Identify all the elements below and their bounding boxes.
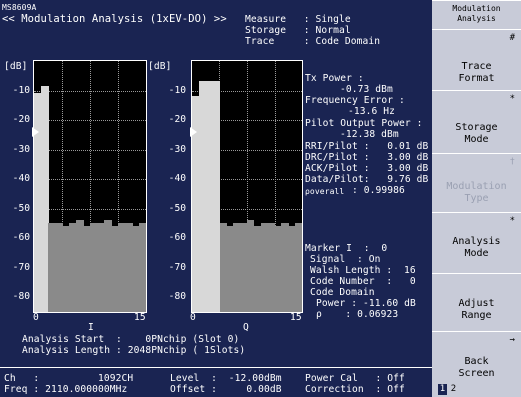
graph2-frame <box>191 60 303 313</box>
channel-status: Ch : 1092CH <box>4 373 134 384</box>
graph1-grid-line <box>34 208 146 210</box>
storage-mode-button[interactable]: * Storage Mode <box>432 90 521 154</box>
freq-error-value: -13.6 Hz <box>348 106 396 117</box>
storage-mode: Storage : Normal <box>245 25 351 36</box>
submenu-indicator-icon: † <box>509 157 515 167</box>
graph2-bar-code-15 <box>295 223 302 312</box>
graph1-y-tick-label: -60 <box>12 232 30 244</box>
graph1-y-tick-label: -40 <box>12 173 30 185</box>
marker-code-number: Code Number : 0 <box>310 276 416 287</box>
power-cal-status: Power Cal : Off <box>305 373 405 384</box>
graph1-y-tick-label: -80 <box>12 291 30 303</box>
graph2-x-end: 15 <box>290 312 302 323</box>
softkey-menu-title: Modulation Analysis <box>432 0 521 30</box>
graph1-y-tick-label: -70 <box>12 261 30 273</box>
analysis-length: Analysis Length : 2048PNchip ( 1Slots) <box>22 345 246 356</box>
submenu-indicator-icon: # <box>509 33 515 43</box>
modulation-type-line2: Type <box>464 193 489 204</box>
marker-walsh-length: Walsh Length : 16 <box>310 265 416 276</box>
graph2-y-tick-label: -20 <box>168 114 186 126</box>
graph1-y-tick-label: -50 <box>12 202 30 214</box>
submenu-indicator-icon: * <box>509 216 515 226</box>
analysis-start: Analysis Start : 0PNchip (Slot 0) <box>22 334 240 345</box>
marker-rho: ρ : 0.06923 <box>316 309 399 320</box>
graph1-frame <box>33 60 147 313</box>
page-indicator: 1 2 <box>432 382 521 397</box>
graph2-y-tick-label: -10 <box>168 84 186 96</box>
marker-signal: Signal : On <box>310 254 381 265</box>
storage-mode-line1: Storage <box>455 122 498 133</box>
status-divider <box>0 367 432 368</box>
rho-overall-label: ρoverall <box>305 187 345 196</box>
graph1-bar-code-15 <box>139 223 146 312</box>
graph1-grid-line <box>34 120 146 122</box>
marker-title: Marker I : 0 <box>305 243 388 254</box>
graph1-grid-line <box>34 90 146 92</box>
graph2-axis-name: Q <box>243 322 249 333</box>
instrument-model: MS8609A <box>2 3 37 12</box>
ack-pilot: ACK/Pilot : 3.00 dB <box>305 163 429 174</box>
pilot-power-value: -12.38 dBm <box>340 129 399 140</box>
correction-status: Correction : Off <box>305 384 405 395</box>
trace-format-line2: Format <box>458 73 495 84</box>
adjust-range-line2: Range <box>461 310 492 321</box>
graph2-y-tick-label: -70 <box>168 261 186 273</box>
menu-title-line2: Analysis <box>457 14 496 23</box>
marker-code-domain: Code Domain <box>310 287 375 298</box>
graph1-plot <box>34 61 146 312</box>
adjust-range-line1: Adjust <box>458 298 495 309</box>
measure-mode: Measure : Single <box>245 14 351 25</box>
graph2-y-tick-label: -80 <box>168 291 186 303</box>
page-1-tab[interactable]: 1 <box>438 384 447 395</box>
graph1-y-tick-label: -30 <box>12 143 30 155</box>
submenu-indicator-icon: * <box>509 94 515 104</box>
graph2-y-tick-label: -40 <box>168 173 186 185</box>
modulation-type-line1: Modulation <box>446 181 507 192</box>
rho-overall-value: : 0.99986 <box>352 185 405 196</box>
rri-pilot: RRI/Pilot : 0.01 dB <box>305 141 429 152</box>
freq-error-label: Frequency Error : <box>305 95 405 106</box>
graph2-y-tick-label: -50 <box>168 202 186 214</box>
frequency-status: Freq : 2110.000000MHz <box>4 384 128 395</box>
screen-title: << Modulation Analysis (1xEV-DO) >> <box>2 13 227 25</box>
arrow-right-icon: → <box>509 335 515 345</box>
trace-format-line1: Trace <box>461 61 492 72</box>
analysis-mode-line2: Mode <box>464 248 489 259</box>
analysis-mode-button[interactable]: * Analysis Mode <box>432 212 521 274</box>
graph1-unit: [dB] <box>4 61 28 72</box>
graph2-unit: [dB] <box>148 61 172 72</box>
drc-pilot: DRC/Pilot : 3.00 dB <box>305 152 429 163</box>
back-screen-button[interactable]: → Back Screen <box>432 331 521 383</box>
tx-power-value: -0.73 dBm <box>340 84 393 95</box>
graph1-x-end: 15 <box>134 312 146 323</box>
modulation-type-button[interactable]: † Modulation Type <box>432 153 521 213</box>
graph1-grid-line <box>34 149 146 151</box>
graph1-x-start: 0 <box>33 312 39 323</box>
graph1-axis-name: I <box>88 322 94 333</box>
back-screen-line2: Screen <box>458 368 495 379</box>
tx-power-label: Tx Power : <box>305 73 364 84</box>
marker-power: Power : -11.60 dB <box>316 298 416 309</box>
offset-status: Offset : 0.00dB <box>170 384 282 395</box>
analysis-mode-line1: Analysis <box>452 236 501 247</box>
adjust-range-button[interactable]: Adjust Range <box>432 273 521 332</box>
trace-mode: Trace : Code Domain <box>245 36 381 47</box>
graph2-y-tick-label: -60 <box>168 232 186 244</box>
graph1-y-tick-label: -10 <box>12 84 30 96</box>
level-status: Level : -12.00dBm <box>170 373 282 384</box>
trace-format-button[interactable]: # Trace Format <box>432 29 521 91</box>
graph1-grid-line <box>34 179 146 181</box>
storage-mode-line2: Mode <box>464 134 489 145</box>
graph2-ref-marker <box>190 127 197 137</box>
data-pilot: Data/Pilot: 9.76 dB <box>305 174 429 185</box>
graph1-y-tick-label: -20 <box>12 114 30 126</box>
page-2-tab[interactable]: 2 <box>449 384 458 395</box>
back-screen-line1: Back <box>464 356 489 367</box>
pilot-power-label: Pilot Output Power : <box>305 118 423 129</box>
graph1-ref-marker <box>32 127 39 137</box>
graph2-x-start: 0 <box>190 312 196 323</box>
graph2-y-tick-label: -30 <box>168 143 186 155</box>
graph2-plot <box>192 61 302 312</box>
menu-title-line1: Modulation <box>452 4 501 13</box>
